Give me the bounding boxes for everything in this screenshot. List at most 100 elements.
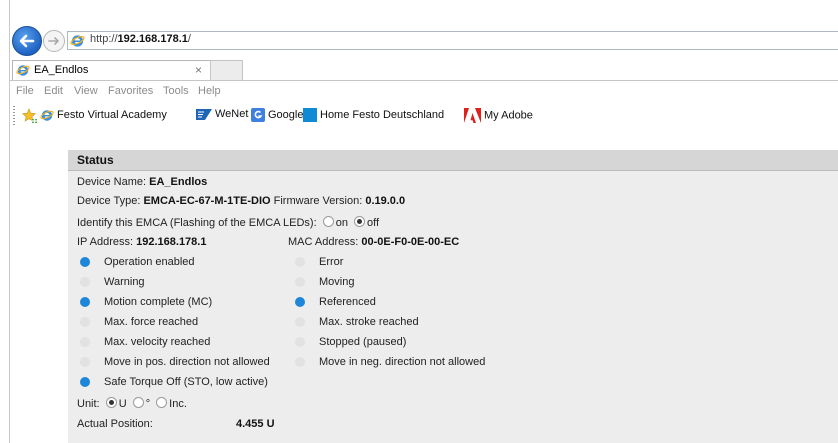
actual-position-row: Actual Position: 4.455 U (77, 418, 275, 430)
unit-label: Unit: (77, 398, 100, 410)
indicator-label: Warning (104, 276, 145, 288)
url-host: 192.168.178.1 (117, 33, 188, 45)
back-button[interactable] (12, 26, 42, 56)
mac-row: MAC Address: 00-0E-F0-0E-00-EC (288, 236, 459, 248)
identify-on-radio[interactable] (322, 216, 334, 227)
tab-ea-endlos[interactable]: EA_Endlos × (12, 60, 211, 80)
indicator-label: Max. force reached (104, 316, 199, 328)
menu-view[interactable]: View (74, 85, 98, 97)
ie-icon (70, 35, 85, 47)
tab-title: EA_Endlos (34, 64, 89, 76)
unit-inc-label[interactable]: Inc. (169, 398, 187, 410)
unit-degree-radio[interactable] (132, 397, 144, 408)
status-header: Status (68, 150, 838, 171)
indicator-label: Moving (319, 276, 355, 288)
tab-close-button[interactable]: × (195, 63, 202, 77)
identify-off-label[interactable]: off (367, 217, 379, 229)
menu-bar: File Edit View Favorites Tools Help (10, 82, 838, 100)
indicator-label: Operation enabled (104, 256, 195, 268)
status-led (295, 297, 305, 307)
menu-favorites[interactable]: Favorites (108, 85, 153, 97)
status-led (80, 277, 90, 287)
ie-icon (40, 110, 54, 121)
indicator-label: Move in neg. direction not allowed (319, 356, 486, 368)
unit-degree-label[interactable]: ° (146, 398, 150, 410)
identify-on-label[interactable]: on (336, 217, 348, 229)
menu-tools[interactable]: Tools (163, 85, 189, 97)
ie-icon (16, 65, 30, 76)
indicator-label: Safe Torque Off (STO, low active) (104, 376, 268, 388)
firmware-label: Firmware Version: (273, 195, 363, 207)
unit-u-label[interactable]: U (119, 398, 127, 410)
address-row: http://192.168.178.1/ (12, 25, 838, 57)
favorites-star-icon[interactable] (22, 108, 38, 124)
device-type-value: EMCA-EC-67-M-1TE-DIO (143, 195, 271, 207)
status-led (80, 377, 90, 387)
address-text: http://192.168.178.1/ (90, 33, 191, 45)
status-led (295, 277, 305, 287)
indicator-label: Move in pos. direction not allowed (104, 356, 270, 368)
favorite-label: WeNet (215, 108, 249, 121)
status-led (80, 337, 90, 347)
unit-inc-radio[interactable] (156, 397, 168, 408)
unit-u-radio[interactable] (105, 397, 117, 408)
device-name-value: EA_Endlos (149, 176, 208, 188)
indicator-label: Stopped (paused) (319, 336, 407, 348)
identify-off-radio[interactable] (354, 216, 366, 227)
favorite-label: Festo Virtual Academy (57, 109, 167, 121)
favorite-festo-virtual-academy[interactable]: Festo Virtual Academy (40, 108, 167, 124)
favorite-wenet[interactable]: WeNet (196, 108, 248, 124)
forward-arrow-icon (48, 37, 60, 45)
ip-label: IP Address: (77, 236, 134, 248)
new-tab-button[interactable] (210, 60, 243, 80)
status-led (295, 317, 305, 327)
page-content: Status Device Name: EA_Endlos Device Typ… (10, 140, 838, 443)
unit-row: Unit: U ° Inc. (77, 397, 187, 410)
url-prefix: http:// (90, 33, 118, 45)
actual-position-value: 4.455 U (236, 418, 275, 430)
sap-icon (196, 108, 212, 120)
status-led (80, 297, 90, 307)
status-led (80, 257, 90, 267)
back-arrow-icon (19, 34, 35, 48)
indicator-label: Referenced (319, 296, 376, 308)
ip-value: 192.168.178.1 (136, 236, 207, 248)
status-led (295, 257, 305, 267)
status-led (80, 317, 90, 327)
status-title: Status (77, 153, 114, 167)
menu-help[interactable]: Help (198, 85, 221, 97)
status-led (295, 357, 305, 367)
firmware-value: 0.19.0.0 (365, 195, 406, 207)
ip-row: IP Address: 192.168.178.1 (77, 236, 206, 248)
indicator-label: Max. velocity reached (104, 336, 211, 348)
menu-edit[interactable]: Edit (44, 85, 63, 97)
window-left-edge (0, 0, 10, 443)
festo-icon (303, 108, 317, 122)
google-icon (251, 108, 265, 122)
favorite-label: Google (268, 109, 304, 121)
status-led (295, 337, 305, 347)
status-led (80, 357, 90, 367)
url-suffix: / (187, 33, 191, 45)
toolbar-grip (13, 106, 15, 126)
favorite-my-adobe[interactable]: My Adobe (464, 108, 533, 124)
forward-button[interactable] (43, 30, 65, 52)
mac-label: MAC Address: (288, 236, 359, 248)
identify-label: Identify this EMCA (Flashing of the EMCA… (77, 217, 317, 229)
favorite-label: Home Festo Deutschland (320, 109, 445, 121)
mac-value: 00-0E-F0-0E-00-EC (361, 236, 460, 248)
tab-strip: EA_Endlos × (10, 60, 838, 81)
indicator-label: Motion complete (MC) (104, 296, 213, 308)
menu-file[interactable]: File (16, 85, 34, 97)
device-name-label: Device Name: (77, 176, 147, 188)
favorite-home-festo[interactable]: Home Festo Deutschland (303, 108, 444, 124)
favorites-bar: Festo Virtual Academy WeNet Google Home … (10, 100, 838, 130)
indicator-label: Error (319, 256, 344, 268)
actual-position-label: Actual Position: (77, 418, 153, 430)
address-bar[interactable]: http://192.168.178.1/ (67, 31, 838, 50)
favorite-google[interactable]: Google (251, 108, 303, 124)
favorite-label: My Adobe (484, 109, 533, 122)
indicator-label: Max. stroke reached (319, 316, 419, 328)
device-name-row: Device Name: EA_Endlos (77, 176, 207, 188)
device-type-row: Device Type: EMCA-EC-67-M-1TE-DIO Firmwa… (77, 195, 405, 207)
